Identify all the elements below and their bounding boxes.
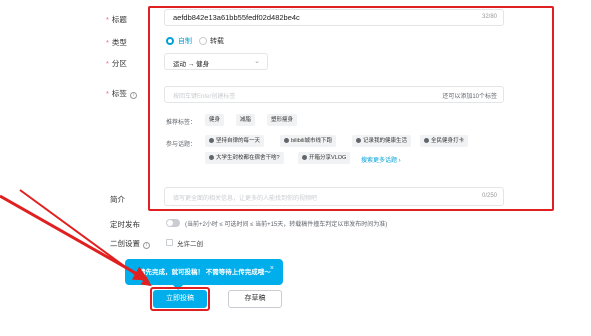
annotation-arrow (19, 189, 152, 287)
annotation-arrows (0, 189, 152, 287)
